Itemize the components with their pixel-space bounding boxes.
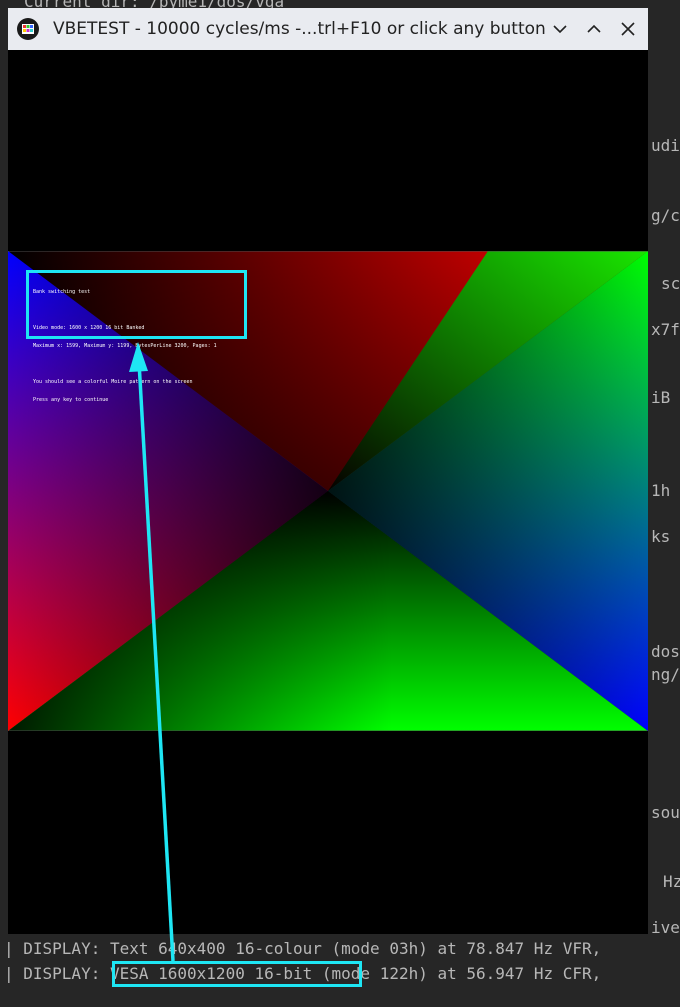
minimize-button[interactable] xyxy=(547,16,573,42)
terminal-fragment: ive xyxy=(651,918,680,937)
terminal-fragment: Hz xyxy=(663,872,680,891)
terminal-fragment: dos xyxy=(651,642,680,661)
terminal-fragment: ng/ xyxy=(651,665,680,684)
chevron-down-icon xyxy=(553,25,567,34)
display-line: | DISPLAY: Text 640x400 16-colour (mode … xyxy=(4,939,602,958)
dos-screen[interactable] xyxy=(8,50,648,934)
terminal-fragment: udi xyxy=(651,136,680,155)
osd-line: Maximum x: 1599, Maximum y: 1199, BytesP… xyxy=(33,343,217,349)
terminal-fragment: sc xyxy=(661,274,680,293)
chevron-up-icon xyxy=(587,24,601,33)
title-bar[interactable]: VBETEST - 10000 cycles/ms -...trl+F10 or… xyxy=(8,8,648,50)
terminal-fragment: sou xyxy=(651,803,680,822)
terminal-fragment: ks xyxy=(651,527,671,546)
mode-highlight-box xyxy=(112,961,362,987)
osd-line: Press any key to continue xyxy=(33,397,109,403)
osd-highlight-box xyxy=(26,270,247,339)
close-button[interactable] xyxy=(615,16,641,42)
app-icon xyxy=(17,18,39,40)
emulator-window[interactable]: VBETEST - 10000 cycles/ms -...trl+F10 or… xyxy=(8,8,648,934)
display-prefix: | DISPLAY: xyxy=(4,964,110,983)
terminal-fragment: 1h xyxy=(651,481,671,500)
terminal-fragment: iB xyxy=(651,388,671,407)
terminal-fragment: x7f xyxy=(651,320,680,339)
window-title: VBETEST - 10000 cycles/ms -...trl+F10 or… xyxy=(53,19,546,39)
close-icon xyxy=(621,22,635,36)
terminal-fragment: g/c xyxy=(651,206,680,225)
osd-line: You should see a colorful Moire pattern … xyxy=(33,379,193,385)
maximize-button[interactable] xyxy=(581,16,607,42)
